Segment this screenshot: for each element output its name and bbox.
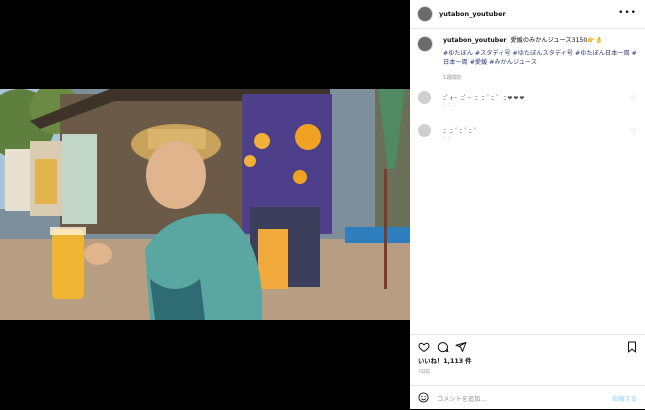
post-date: 7日前: [418, 370, 430, 375]
post-comment-button[interactable]: 投稿する: [612, 394, 637, 403]
post-photo: [0, 89, 410, 320]
like-count[interactable]: いいね！1,113 件: [418, 356, 472, 365]
caption-text: yutabon_youtuber 愛媛のみかんジュース3150👉👌: [443, 37, 638, 46]
comment-text: ﾆ ﾆ ﾞﾆ ﾟﾆ ﾟ: [443, 128, 478, 135]
comment-input[interactable]: コメントを追加...: [437, 394, 486, 403]
post-side-panel: yutabon_youtuber ••• yutabon_youtuber 愛媛…: [410, 0, 645, 409]
instagram-post-view: yutabon_youtuber ••• yutabon_youtuber 愛媛…: [0, 0, 645, 409]
post-media[interactable]: [0, 0, 410, 409]
heart-icon[interactable]: [418, 341, 430, 353]
comment-item: ﾆ ﾆ ﾞﾆ ﾟﾆ ﾟ ﾆ ﾆ ♡: [410, 124, 645, 140]
caption-time: 1週間前: [443, 75, 462, 81]
comment-text: ﾆﾟｫｰ ﾆﾟｰ ﾆ ﾆ ﾞﾆ ﾟ ﾆ❤❤❤: [443, 95, 526, 102]
comment-like-icon[interactable]: ♡: [631, 128, 636, 135]
comment-icon[interactable]: [437, 341, 449, 353]
comment-meta: ﾆ ﾆ ﾆ: [443, 102, 457, 107]
comment-meta: ﾆ ﾆ: [443, 135, 452, 140]
emoji-icon[interactable]: [418, 392, 429, 403]
comment-avatar[interactable]: [418, 124, 431, 137]
caption-body: 愛媛のみかんジュース3150👉👌: [510, 37, 603, 44]
photo-boy-with-orange-juice: [0, 89, 410, 320]
caption-avatar[interactable]: [417, 36, 433, 52]
post-header: yutabon_youtuber •••: [410, 0, 645, 29]
action-bar: [410, 334, 645, 355]
share-icon[interactable]: [455, 341, 467, 353]
avatar[interactable]: [417, 6, 433, 22]
caption-hashtags[interactable]: #ゆたぼん #スタディ号 #ゆたぼんスタディ号 #ゆたぼん日本一周 #日本一周 …: [443, 50, 637, 67]
header-username[interactable]: yutabon_youtuber: [439, 10, 506, 18]
add-comment-bar: コメントを追加... 投稿する: [410, 385, 645, 410]
comment-avatar[interactable]: [418, 91, 431, 104]
more-icon[interactable]: •••: [618, 9, 637, 18]
caption-username[interactable]: yutabon_youtuber: [443, 37, 506, 44]
comment-like-icon[interactable]: ♡: [631, 95, 636, 102]
comment-item: ﾆﾟｫｰ ﾆﾟｰ ﾆ ﾆ ﾞﾆ ﾟ ﾆ❤❤❤ ﾆ ﾆ ﾆ ♡: [410, 91, 645, 107]
bookmark-icon[interactable]: [626, 341, 638, 353]
